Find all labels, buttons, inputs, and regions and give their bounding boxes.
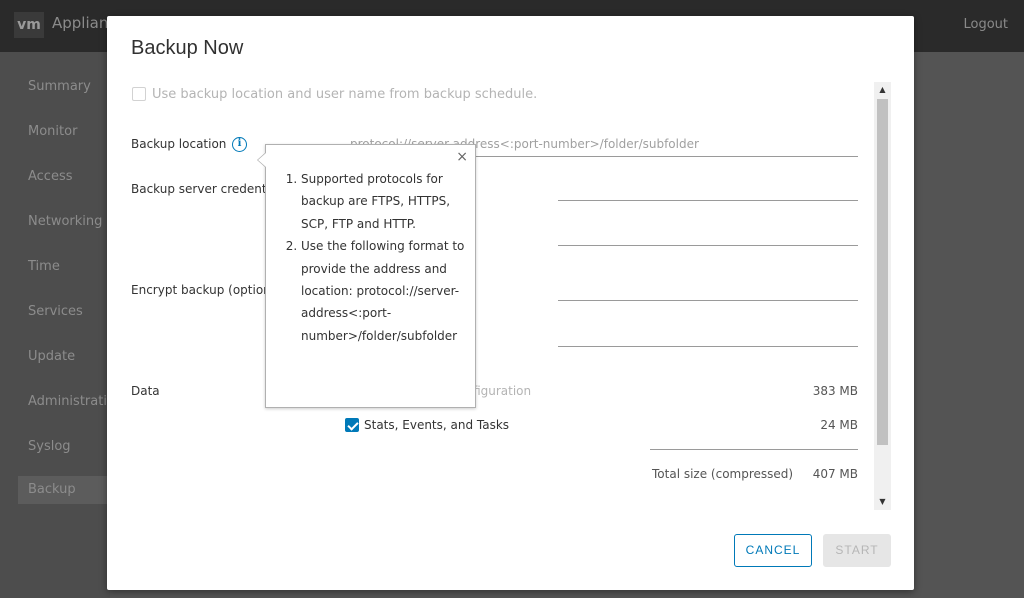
- use-schedule-label: Use backup location and user name from b…: [152, 87, 538, 102]
- caret-up-icon[interactable]: ▲: [874, 83, 891, 97]
- sidebar-item-administration[interactable]: Administrati: [28, 394, 107, 409]
- close-icon[interactable]: ×: [456, 149, 468, 165]
- backup-location-help-popover: × Supported protocols for backup are FTP…: [257, 144, 476, 408]
- stats-events-tasks-checkbox[interactable]: [345, 418, 359, 432]
- total-size-value: 407 MB: [812, 467, 858, 481]
- data-label: Data: [131, 384, 160, 398]
- cancel-button[interactable]: CANCEL: [734, 534, 812, 567]
- scrollbar-thumb[interactable]: [877, 99, 888, 445]
- app-title: Applian: [52, 14, 109, 32]
- backup-location-label: Backup location: [131, 137, 227, 151]
- stats-events-tasks-size: 24 MB: [820, 418, 858, 432]
- info-circle-icon[interactable]: i: [232, 137, 247, 152]
- sidebar-item-summary[interactable]: Summary: [28, 79, 91, 94]
- total-divider: [650, 449, 858, 450]
- sidebar-item-services[interactable]: Services: [28, 304, 83, 319]
- dialog-title: Backup Now: [131, 37, 244, 59]
- caret-down-icon[interactable]: ▼: [874, 495, 891, 509]
- sidebar-item-access[interactable]: Access: [28, 169, 73, 184]
- help-item-protocols: Supported protocols for backup are FTPS,…: [301, 168, 467, 235]
- username-input[interactable]: [558, 177, 858, 201]
- encrypt-password-input[interactable]: [558, 277, 858, 301]
- stats-events-tasks-label: Stats, Events, and Tasks: [364, 418, 510, 432]
- inventory-size: 383 MB: [812, 384, 858, 398]
- sidebar-item-networking[interactable]: Networking: [28, 214, 102, 229]
- sidebar-item-monitor[interactable]: Monitor: [28, 124, 77, 139]
- logout-link[interactable]: Logout: [963, 17, 1008, 32]
- sidebar-item-update[interactable]: Update: [28, 349, 75, 364]
- backup-now-dialog: Backup Now Use backup location and user …: [107, 16, 914, 590]
- dialog-scrollbar[interactable]: ▲ ▼: [874, 82, 891, 510]
- encrypt-label: Encrypt backup (option: [131, 283, 271, 297]
- sidebar-item-time[interactable]: Time: [28, 259, 60, 274]
- sidebar: Summary Monitor Access Networking Time S…: [0, 52, 110, 598]
- dialog-body: Use backup location and user name from b…: [131, 83, 891, 508]
- encrypt-confirm-input[interactable]: [558, 323, 858, 347]
- use-schedule-checkbox[interactable]: [132, 87, 146, 101]
- help-list: Supported protocols for backup are FTPS,…: [287, 168, 467, 347]
- vm-logo: vm: [14, 12, 44, 38]
- server-credentials-label: Backup server credenti: [131, 182, 270, 196]
- start-button[interactable]: START: [823, 534, 891, 567]
- password-input[interactable]: [558, 222, 858, 246]
- sidebar-item-backup[interactable]: Backup: [18, 476, 110, 504]
- help-item-format: Use the following format to provide the …: [301, 235, 467, 347]
- sidebar-item-syslog[interactable]: Syslog: [28, 439, 71, 454]
